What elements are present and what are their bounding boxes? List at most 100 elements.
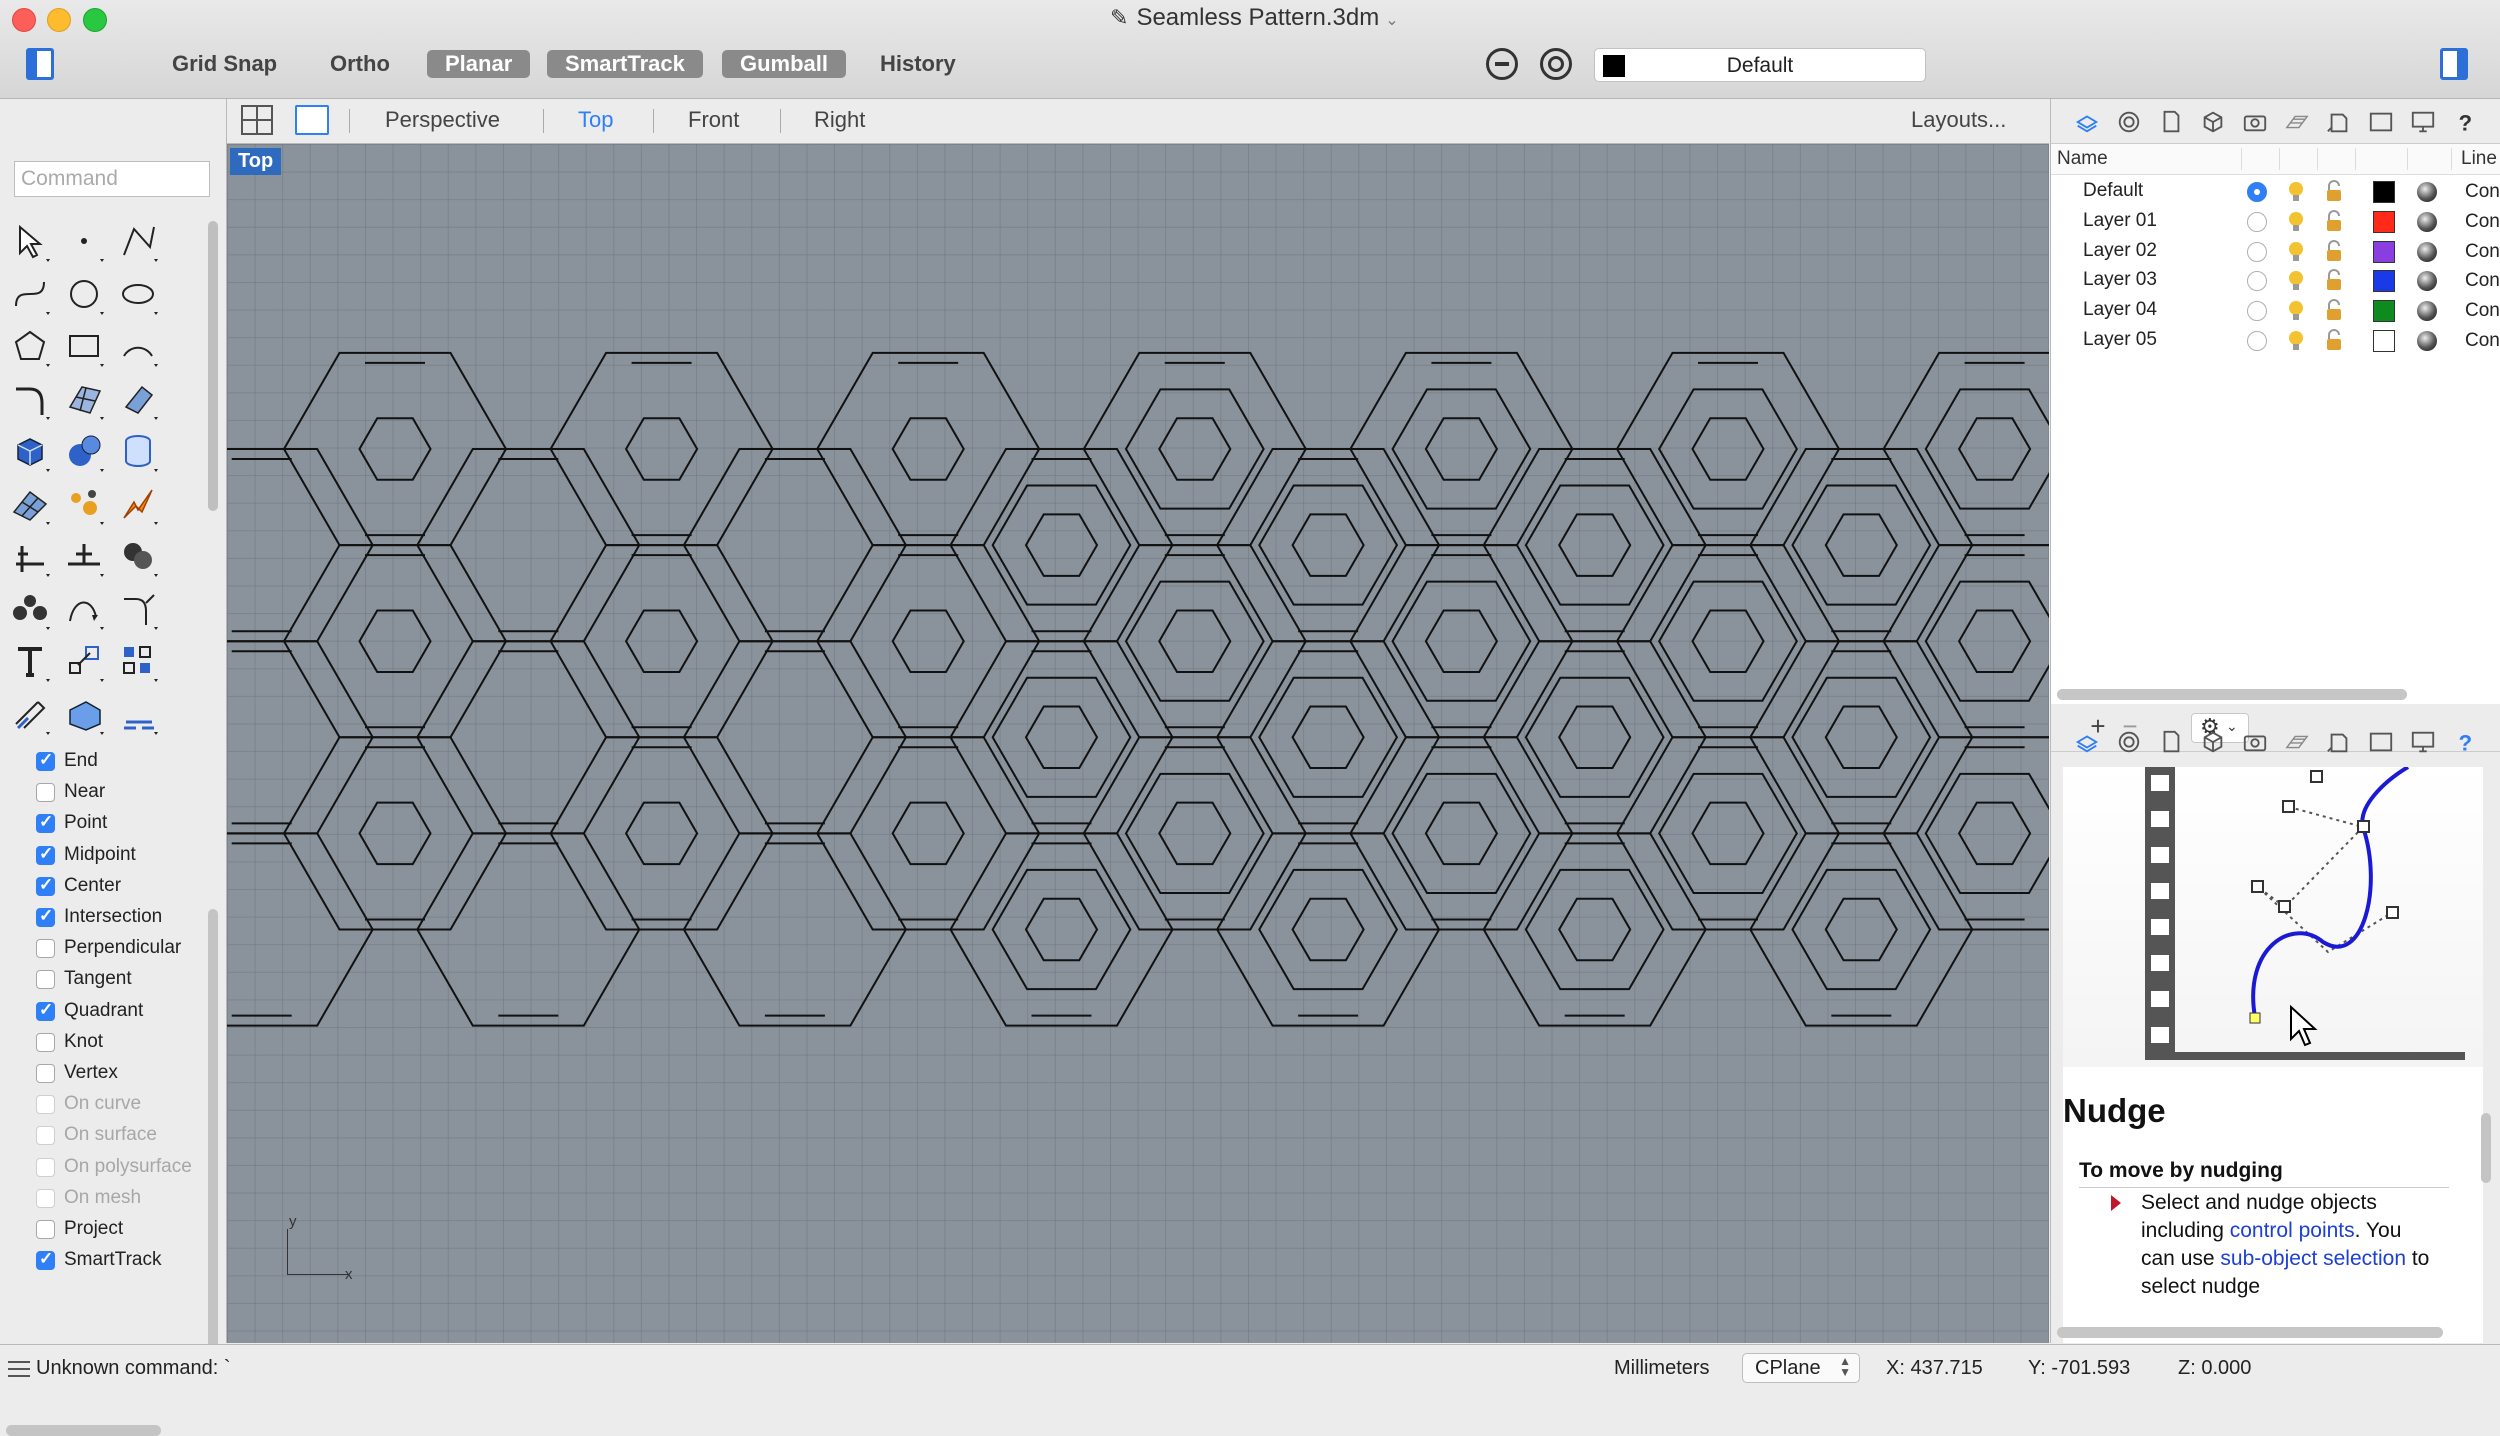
pattern-line[interactable]	[1391, 580, 1532, 702]
curve-icon[interactable]	[8, 272, 52, 316]
pattern-line[interactable]	[891, 417, 965, 481]
explode-icon[interactable]	[116, 482, 160, 526]
osnap-perpendicular[interactable]: Perpendicular	[32, 934, 212, 964]
layer-linetype[interactable]: Con	[2465, 211, 2500, 233]
current-layer-radio[interactable]	[2247, 241, 2267, 262]
document-title[interactable]: ✎ Seamless Pattern.3dm ⌄	[1110, 4, 1399, 32]
osnap-midpoint[interactable]: Midpoint	[32, 841, 212, 871]
pattern-line[interactable]	[1124, 388, 1265, 510]
layer-color-swatch[interactable]	[2373, 270, 2395, 293]
osnap-checkbox[interactable]	[36, 1126, 55, 1146]
unlock-icon[interactable]	[2323, 209, 2345, 234]
column-name-header[interactable]: Name	[2057, 148, 2108, 170]
pattern-line[interactable]	[624, 609, 699, 673]
help-vertical-scrollbar[interactable]	[2481, 1113, 2491, 1183]
layer-row[interactable]: Layer 05 Con	[2051, 325, 2500, 355]
command-history-icon[interactable]	[8, 1361, 30, 1377]
tab-right[interactable]: Right	[814, 107, 865, 133]
osnap-checkbox[interactable]	[36, 970, 55, 990]
hexagon-pattern-geometry[interactable]	[227, 144, 2049, 1343]
osnap-center[interactable]: Center	[32, 872, 212, 902]
pattern-line[interactable]	[1258, 868, 1399, 991]
osnap-checkbox[interactable]	[36, 1157, 55, 1177]
select-arrow-icon[interactable]	[8, 219, 52, 263]
osnap-checkbox[interactable]	[36, 939, 55, 959]
osnap-checkbox[interactable]	[36, 906, 55, 927]
unlock-icon[interactable]	[2323, 269, 2345, 293]
group-icon[interactable]	[8, 587, 52, 631]
tab-front[interactable]: Front	[688, 107, 739, 133]
layer-row[interactable]: Layer 04 Con	[2051, 295, 2500, 325]
help-link-sub-object-selection[interactable]: sub-object selection	[2220, 1247, 2406, 1270]
layer-color-swatch[interactable]	[2373, 181, 2395, 203]
pattern-line[interactable]	[1391, 388, 1532, 510]
pattern-line[interactable]	[891, 801, 965, 866]
rectangle-icon[interactable]	[62, 324, 106, 368]
viewport-tab-icon[interactable]	[2367, 729, 2395, 755]
current-layer-radio[interactable]	[2247, 331, 2267, 351]
pattern-line[interactable]	[1691, 417, 1765, 481]
monitor-tab-icon[interactable]	[2409, 729, 2437, 755]
pattern-line[interactable]	[1658, 580, 1798, 702]
current-layer-radio[interactable]	[2247, 211, 2267, 232]
pattern-line[interactable]	[1791, 868, 1932, 991]
split-icon[interactable]	[8, 534, 52, 578]
current-layer-radio[interactable]	[2247, 271, 2267, 292]
polyline-icon[interactable]	[116, 219, 160, 263]
pattern-line[interactable]	[1658, 772, 1798, 894]
pattern-line[interactable]	[624, 801, 699, 866]
pattern-line[interactable]	[1524, 676, 1665, 798]
layer-linetype[interactable]: Con	[2465, 181, 2500, 203]
top-viewport[interactable]: Top y x	[227, 144, 2049, 1343]
lightbulb-icon[interactable]	[2285, 299, 2307, 323]
pattern-line[interactable]	[1691, 801, 1765, 866]
pattern-line[interactable]	[1691, 609, 1765, 673]
four-viewports-icon[interactable]	[241, 105, 273, 135]
pattern-line[interactable]	[1158, 609, 1232, 673]
help-horizontal-scrollbar[interactable]	[2057, 1327, 2443, 1338]
document-tab-icon[interactable]	[2157, 729, 2185, 755]
pattern-line[interactable]	[1124, 772, 1265, 894]
environment-tab-icon[interactable]	[2283, 109, 2311, 135]
help-link-control-points[interactable]: control points	[2230, 1219, 2355, 1242]
current-layer-radio[interactable]	[2247, 301, 2267, 322]
minimize-window-button[interactable]	[47, 8, 71, 32]
osnap-checkbox[interactable]	[36, 750, 55, 771]
units-display[interactable]: Millimeters	[1614, 1357, 1710, 1380]
osnap-checkbox[interactable]	[36, 812, 55, 834]
lightbulb-icon[interactable]	[2285, 180, 2307, 204]
osnap-checkbox[interactable]	[36, 1032, 55, 1052]
scale-icon[interactable]	[62, 639, 106, 683]
pattern-line[interactable]	[1957, 417, 2032, 481]
smarttrack-toggle[interactable]: SmartTrack	[547, 50, 703, 78]
tool-palette-scrollbar[interactable]	[208, 221, 218, 511]
osnap-icon[interactable]	[1486, 48, 1518, 80]
osnap-quadrant[interactable]: Quadrant	[32, 997, 212, 1027]
layer-row[interactable]: Layer 03 Con	[2051, 265, 2500, 295]
osnap-knot[interactable]: Knot	[32, 1028, 212, 1058]
layer-color-swatch[interactable]	[2373, 330, 2395, 352]
pattern-line[interactable]	[1957, 801, 2032, 866]
pattern-line[interactable]	[1024, 705, 1099, 770]
osnap-intersection[interactable]: Intersection	[32, 903, 212, 933]
toggle-sidebar-icon[interactable]	[26, 48, 54, 80]
pattern-line[interactable]	[1024, 513, 1099, 577]
tab-perspective[interactable]: Perspective	[385, 107, 500, 133]
camera-tab-icon[interactable]	[2241, 109, 2269, 135]
osnap-checkbox[interactable]	[36, 1000, 55, 1021]
rebuild-icon[interactable]	[62, 587, 106, 631]
layer-row[interactable]: Layer 02 Con	[2051, 236, 2500, 266]
osnap-on-polysurface[interactable]: On polysurface	[32, 1153, 212, 1183]
edit-points-icon[interactable]	[62, 482, 106, 526]
column-linetype-header[interactable]: Line	[2461, 148, 2497, 170]
layer-name[interactable]: Layer 01	[2083, 210, 2157, 232]
pattern-line[interactable]	[358, 801, 432, 866]
material-sphere-icon[interactable]	[2417, 211, 2437, 232]
layer-name[interactable]: Layer 02	[2083, 240, 2157, 262]
osnap-tangent[interactable]: Tangent	[32, 965, 212, 995]
command-input[interactable]	[14, 161, 210, 197]
ellipse-icon[interactable]	[116, 272, 160, 316]
layer-linetype[interactable]: Con	[2465, 330, 2500, 352]
osnap-checkbox[interactable]	[36, 1064, 55, 1083]
osnap-checkbox[interactable]	[36, 875, 55, 896]
